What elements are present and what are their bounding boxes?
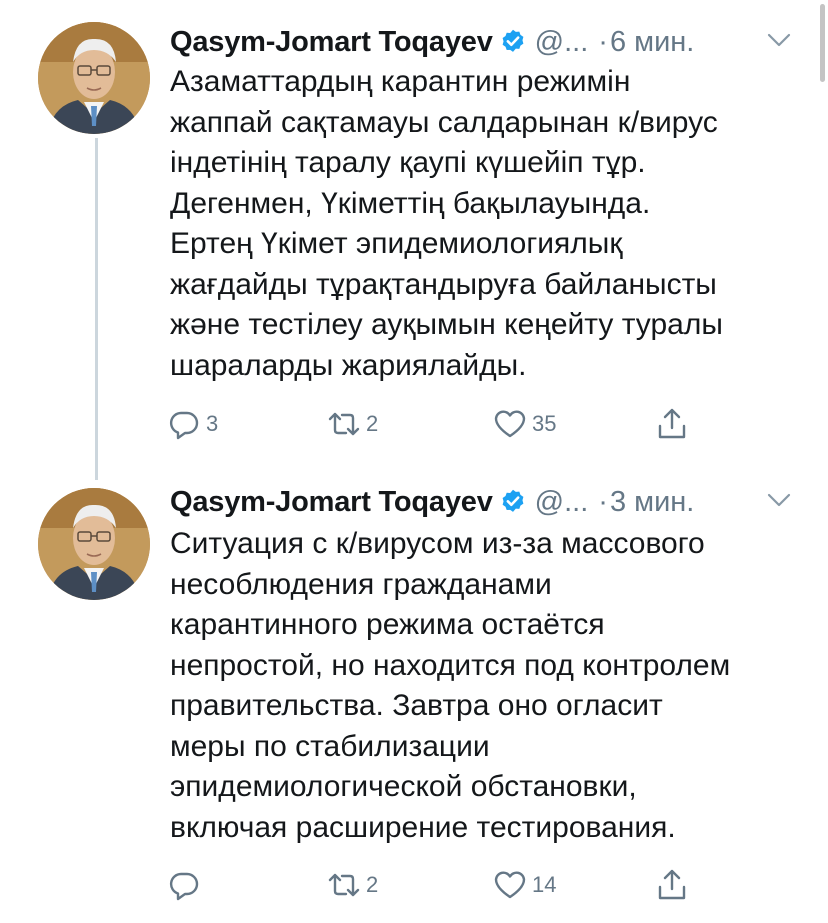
- author-handle[interactable]: @...: [535, 486, 589, 519]
- reply-icon: [169, 411, 199, 440]
- retweet-count: 2: [366, 411, 379, 436]
- share-button[interactable]: [654, 404, 690, 444]
- tweet-actions: 3 2 35: [166, 404, 726, 444]
- verified-badge-icon: [502, 489, 524, 512]
- tweet[interactable]: Qasym-Jomart Toqayev @... · 3 мин. Ситуа…: [0, 470, 828, 923]
- like-button[interactable]: 14: [492, 865, 556, 905]
- author-name[interactable]: Qasym-Jomart Toqayev: [170, 26, 493, 59]
- author-handle[interactable]: @...: [535, 26, 589, 59]
- heart-icon: [494, 871, 526, 899]
- retweet-button[interactable]: 2: [326, 404, 378, 444]
- avatar[interactable]: [38, 22, 150, 134]
- reply-count: 3: [206, 411, 219, 436]
- reply-button[interactable]: 3: [166, 404, 218, 444]
- like-button[interactable]: 35: [492, 404, 556, 444]
- chevron-down-icon[interactable]: [766, 30, 792, 50]
- tweet[interactable]: Qasym-Jomart Toqayev @... · 6 мин. Азама…: [0, 0, 828, 470]
- like-count: 35: [532, 411, 557, 436]
- tweet-header: Qasym-Jomart Toqayev @... · 6 мин.: [170, 22, 791, 62]
- tweet-header: Qasym-Jomart Toqayev @... · 3 мин.: [170, 482, 791, 522]
- retweet-count: 2: [366, 872, 379, 897]
- heart-icon: [494, 410, 526, 438]
- separator-dot: ·: [598, 485, 608, 518]
- chevron-down-icon[interactable]: [766, 490, 792, 510]
- tweet-text: Ситуация с к/вирусом из-за массового нес…: [170, 527, 731, 844]
- avatar[interactable]: [38, 488, 150, 600]
- timestamp[interactable]: 3 мин.: [610, 486, 694, 519]
- timestamp[interactable]: 6 мин.: [610, 26, 694, 59]
- like-count: 14: [532, 872, 557, 897]
- retweet-icon: [328, 873, 360, 897]
- separator-dot: ·: [598, 25, 608, 58]
- tweet-text: Азаматтардың карантин режимін жаппай сақ…: [170, 65, 723, 382]
- verified-badge-icon: [502, 29, 524, 52]
- reply-icon: [169, 872, 199, 901]
- author-name[interactable]: Qasym-Jomart Toqayev: [170, 486, 493, 519]
- share-icon: [658, 869, 686, 900]
- reply-button[interactable]: [166, 865, 206, 905]
- retweet-button[interactable]: 2: [326, 865, 378, 905]
- retweet-icon: [328, 412, 360, 436]
- share-button[interactable]: [654, 865, 690, 905]
- share-icon: [658, 408, 686, 439]
- tweet-actions: 2 14: [166, 865, 726, 905]
